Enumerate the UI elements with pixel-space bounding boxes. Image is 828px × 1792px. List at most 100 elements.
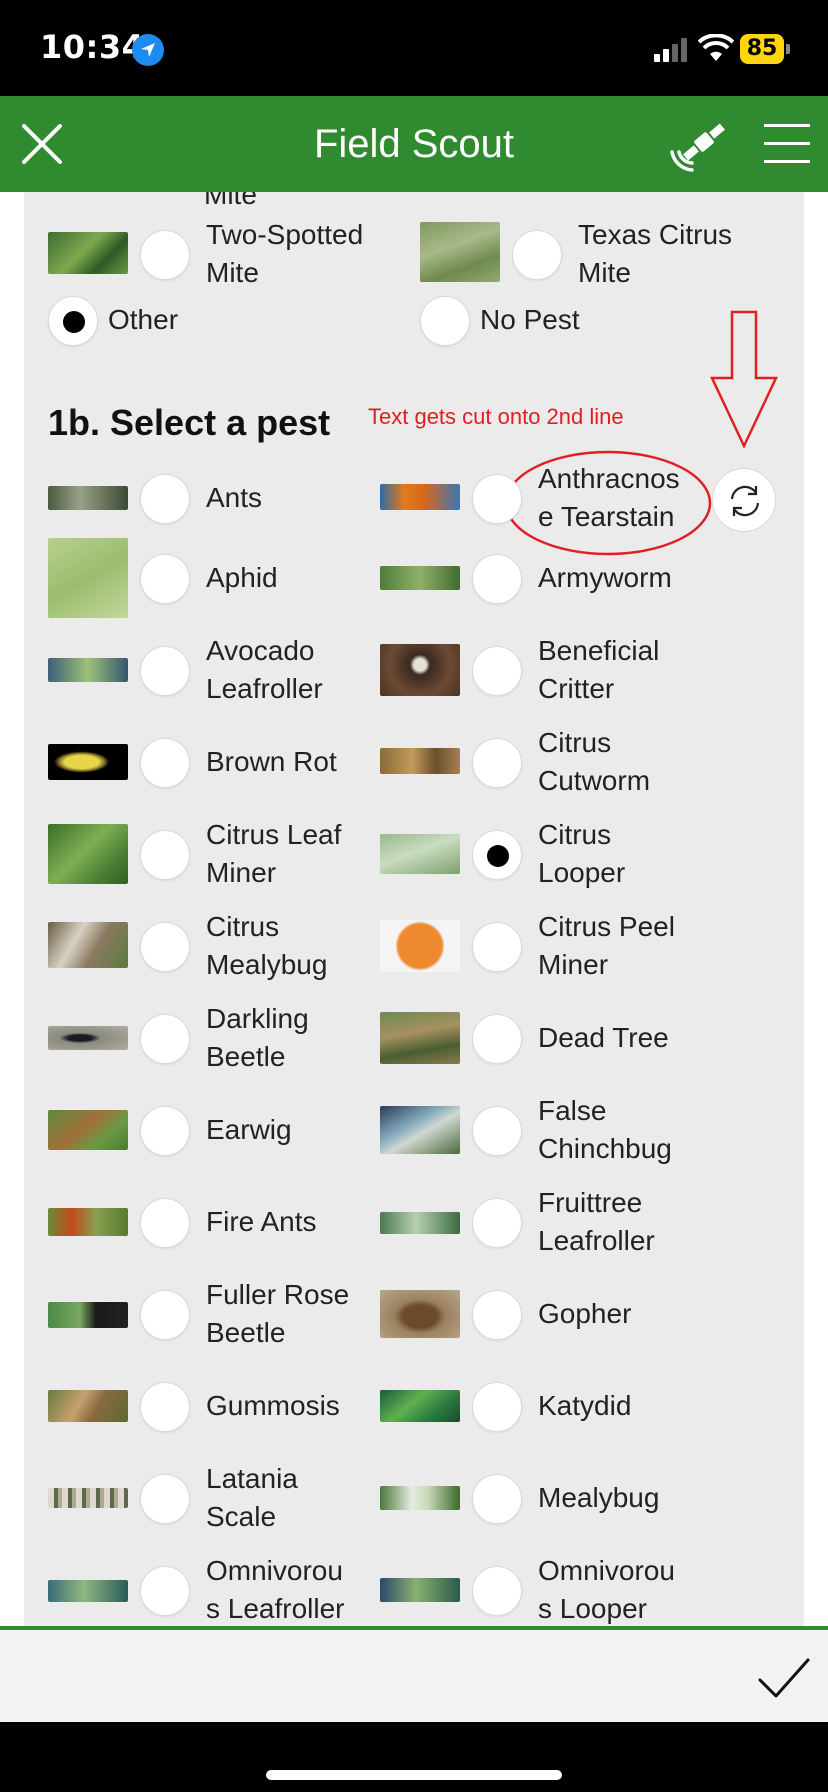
option-ants[interactable]: Ants	[48, 458, 378, 538]
radio-button[interactable]	[140, 474, 190, 524]
option-beneficial-critter[interactable]: Beneficial Critter	[380, 630, 710, 710]
radio-button[interactable]	[472, 646, 522, 696]
radio-button-checked[interactable]	[48, 296, 98, 346]
radio-button[interactable]	[472, 554, 522, 604]
option-earwig[interactable]: Earwig	[48, 1090, 378, 1170]
option-label: Mealybug	[538, 1482, 660, 1513]
pest-thumbnail	[48, 1302, 128, 1328]
location-arrow-icon	[132, 34, 164, 66]
option-label: Brown Rot	[206, 746, 337, 777]
radio-button[interactable]	[472, 474, 522, 524]
option-citrus-peel-miner[interactable]: Citrus Peel Miner	[380, 906, 710, 986]
checkmark-icon[interactable]	[756, 1654, 812, 1702]
option-gummosis[interactable]: Gummosis	[48, 1366, 378, 1446]
pest-thumbnail	[380, 644, 460, 696]
option-dead-tree[interactable]: Dead Tree	[380, 998, 710, 1078]
radio-button[interactable]	[140, 1382, 190, 1432]
radio-button[interactable]	[140, 1014, 190, 1064]
radio-button[interactable]	[140, 1106, 190, 1156]
pest-thumbnail	[380, 566, 460, 590]
radio-button[interactable]	[420, 296, 470, 346]
option-citrus-looper[interactable]: Citrus Looper	[380, 814, 710, 894]
radio-button[interactable]	[140, 1474, 190, 1524]
radio-button[interactable]	[512, 230, 562, 280]
pest-thumbnail	[48, 1580, 128, 1602]
radio-button[interactable]	[140, 1290, 190, 1340]
radio-button[interactable]	[140, 1566, 190, 1616]
option-label: Cutworm	[538, 765, 651, 796]
option-katydid[interactable]: Katydid	[380, 1366, 710, 1446]
option-citrus-mealybug[interactable]: Citrus Mealybug	[48, 906, 378, 986]
option-omnivorous-leafroller[interactable]: Omnivorou s Leafroller	[48, 1550, 378, 1626]
option-label: Anthracnos	[538, 463, 680, 494]
radio-button[interactable]	[140, 922, 190, 972]
radio-button[interactable]	[140, 230, 190, 280]
option-fire-ants[interactable]: Fire Ants	[48, 1182, 378, 1262]
form-scroll-area[interactable]: Mite Two-Spotted Mite Texas Citrus Mite …	[0, 192, 828, 1626]
radio-button-checked[interactable]	[472, 830, 522, 880]
radio-button[interactable]	[472, 1198, 522, 1248]
radio-button[interactable]	[472, 1566, 522, 1616]
option-label: Scale	[206, 1501, 277, 1532]
option-label: False	[538, 1095, 607, 1126]
radio-button[interactable]	[472, 1106, 522, 1156]
option-gopher[interactable]: Gopher	[380, 1274, 710, 1354]
pest-thumbnail	[380, 1290, 460, 1338]
option-fuller-rose-beetle[interactable]: Fuller Rose Beetle	[48, 1274, 378, 1354]
satellite-gps-icon[interactable]	[666, 118, 726, 174]
radio-button[interactable]	[472, 1382, 522, 1432]
option-anthracnose-tearstain[interactable]: Anthracnos e Tearstain	[380, 458, 710, 538]
annotation-arrow	[710, 310, 778, 449]
option-label: Fire Ants	[206, 1206, 317, 1237]
option-other[interactable]: Other	[24, 280, 286, 360]
option-label: Beetle	[206, 1041, 286, 1072]
status-time: 10:34	[40, 28, 145, 66]
battery-icon: 85	[740, 34, 792, 64]
option-label: Other	[108, 304, 179, 335]
radio-button[interactable]	[140, 1198, 190, 1248]
radio-button[interactable]	[140, 554, 190, 604]
option-darkling-beetle[interactable]: Darkling Beetle	[48, 998, 378, 1078]
bottom-toolbar	[0, 1630, 828, 1722]
option-latania-scale[interactable]: Latania Scale	[48, 1458, 378, 1538]
radio-button[interactable]	[140, 830, 190, 880]
option-false-chinchbug[interactable]: False Chinchbug	[380, 1090, 710, 1170]
option-label: Citrus	[206, 911, 280, 942]
radio-button[interactable]	[472, 738, 522, 788]
option-mealybug[interactable]: Mealybug	[380, 1458, 710, 1538]
option-aphid[interactable]: Aphid	[48, 538, 378, 618]
pest-thumbnail	[380, 834, 460, 874]
clipped-label: Mite	[204, 192, 257, 210]
refresh-button[interactable]	[712, 468, 776, 532]
radio-button[interactable]	[472, 1474, 522, 1524]
home-indicator[interactable]	[266, 1770, 562, 1780]
pest-thumbnail	[48, 538, 128, 618]
pest-thumbnail	[380, 748, 460, 774]
hamburger-menu-icon[interactable]	[764, 122, 810, 166]
option-label: Miner	[206, 857, 277, 888]
annotation-text: Text gets cut onto 2nd line	[368, 404, 624, 429]
option-omnivorous-looper[interactable]: Omnivorou s Looper	[380, 1550, 710, 1626]
option-label: Dead Tree	[538, 1022, 669, 1053]
option-armyworm[interactable]: Armyworm	[380, 538, 710, 618]
radio-button[interactable]	[472, 1290, 522, 1340]
option-label: Mealybug	[206, 949, 328, 980]
radio-button[interactable]	[472, 922, 522, 972]
pest-thumbnail	[48, 1110, 128, 1150]
wifi-icon	[698, 34, 734, 61]
option-no-pest[interactable]: No Pest	[328, 280, 658, 360]
radio-button[interactable]	[472, 1014, 522, 1064]
option-citrus-cutworm[interactable]: Citrus Cutworm	[380, 722, 710, 802]
close-icon[interactable]	[14, 116, 70, 172]
pest-thumbnail	[48, 1488, 128, 1508]
option-fruittree-leafroller[interactable]: Fruittree Leafroller	[380, 1182, 710, 1262]
option-avocado-leafroller[interactable]: Avocado Leafroller	[48, 630, 378, 710]
radio-button[interactable]	[140, 738, 190, 788]
pest-thumbnail	[48, 1208, 128, 1236]
pest-thumbnail	[48, 232, 128, 274]
pest-thumbnail	[48, 658, 128, 682]
option-label: Fuller Rose	[206, 1279, 350, 1310]
option-brown-rot[interactable]: Brown Rot	[48, 722, 378, 802]
radio-button[interactable]	[140, 646, 190, 696]
option-citrus-leaf-miner[interactable]: Citrus Leaf Miner	[48, 814, 378, 894]
